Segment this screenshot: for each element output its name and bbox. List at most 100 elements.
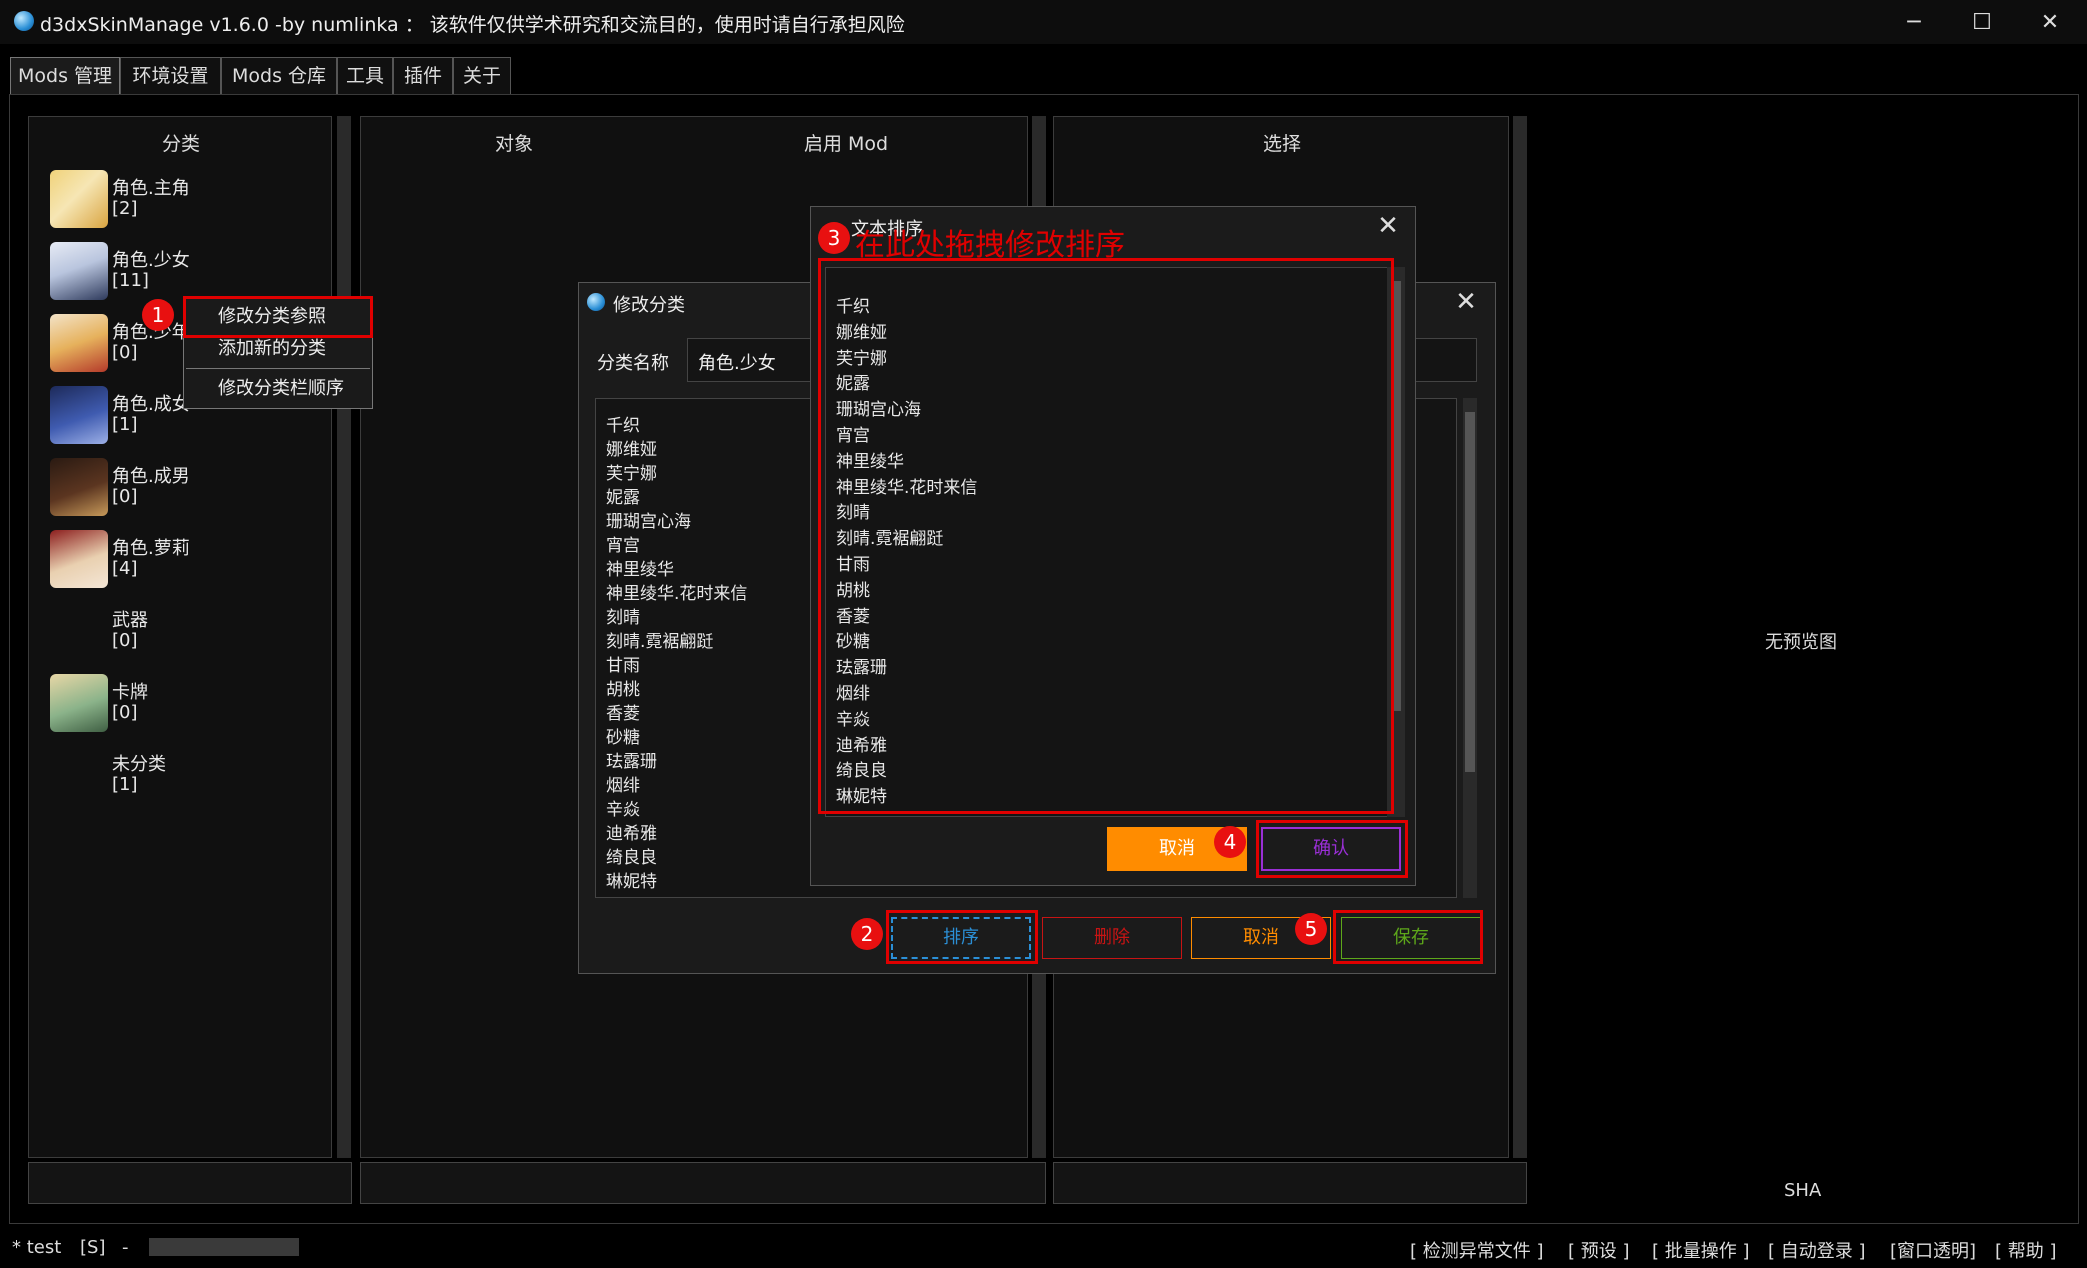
status-action-button[interactable]: [ 自动登录 ] [1768,1237,1866,1263]
category-count: [0] [112,342,138,363]
tab-plugins[interactable]: 插件 [393,57,453,95]
loli-avatar [50,530,108,588]
highlight-box-save [1333,910,1483,964]
edit-dialog-close-icon[interactable]: ✕ [1451,287,1481,317]
highlight-box-confirm [1256,820,1408,878]
edit-list-item[interactable]: 琳妮特 [606,867,657,892]
edit-list-item[interactable]: 胡桃 [606,675,640,700]
category-name: 角色.主角 [112,178,190,199]
edit-list-item[interactable]: 妮露 [606,483,640,508]
tab-mods-repository[interactable]: Mods 仓库 [221,57,337,95]
status-action-button[interactable]: [ 批量操作 ] [1652,1237,1750,1263]
category-item[interactable]: 卡牌 [0] [22,672,282,734]
edit-list-scroll-thumb[interactable] [1465,412,1475,772]
category-count: [0] [112,702,138,723]
tab-tools[interactable]: 工具 [337,57,393,95]
tab-environment[interactable]: 环境设置 [120,57,221,95]
select-filter-input[interactable] [1053,1162,1527,1204]
maximize-button[interactable]: ☐ [1952,4,2012,40]
edit-list-item[interactable]: 珐露珊 [606,747,657,772]
edit-list-item[interactable]: 烟绯 [606,771,640,796]
edit-list-item[interactable]: 绮良良 [606,843,657,868]
category-count: [0] [112,630,138,651]
status-dash: - [122,1237,129,1258]
window-title: d3dxSkinManage v1.6.0 -by numlinka ： 该软件… [40,14,905,36]
category-item[interactable]: 角色.成男 [0] [22,456,282,518]
man-avatar [50,458,108,516]
edit-list-scrollbar[interactable] [1463,398,1477,898]
menu-item-reorder-categories[interactable]: 修改分类栏顺序 [184,372,372,406]
edit-dialog-title: 修改分类 [613,295,685,316]
select-scrollbar[interactable] [1513,116,1527,1158]
category-name: 角色.少女 [112,250,190,271]
enabled-mod-header: 启用 Mod [804,133,889,155]
category-name: 卡牌 [112,682,148,703]
minimize-button[interactable]: ─ [1884,4,1944,40]
edit-list-item[interactable]: 刻晴.霓裾翩跹 [606,627,713,652]
edit-list-item[interactable]: 甘雨 [606,651,640,676]
edit-list-item[interactable]: 芙宁娜 [606,459,657,484]
category-item[interactable]: 武器 [0] [22,600,282,662]
category-item[interactable]: 角色.少女 [11] [22,240,282,302]
category-name: 角色.成男 [112,466,190,487]
title-bar: d3dxSkinManage v1.6.0 -by numlinka ： 该软件… [0,0,2087,44]
category-count: [1] [112,774,138,795]
edit-list-item[interactable]: 宵宫 [606,531,640,556]
sha-label: SHA [1784,1180,1822,1201]
status-profile: * test [12,1237,62,1258]
highlight-box-menu [183,296,373,338]
step-badge-5: 5 [1295,913,1327,945]
edit-list-item[interactable]: 神里绫华.花时来信 [606,579,747,604]
traveler-avatar [50,170,108,228]
edit-list-item[interactable]: 砂糖 [606,723,640,748]
category-scrollbar[interactable] [337,116,351,1158]
tab-about[interactable]: 关于 [453,57,511,95]
highlight-box-drag-area [818,258,1394,814]
category-filter-input[interactable] [28,1162,352,1204]
status-action-button[interactable]: [窗口透明] [1890,1237,1976,1263]
category-name: 角色.萝莉 [112,538,190,559]
dialog-app-icon [587,293,605,311]
edit-list-item[interactable]: 千织 [606,411,640,436]
category-count: [1] [112,414,138,435]
status-action-button[interactable]: [ 检测异常文件 ] [1410,1237,1544,1263]
boy-avatar [50,314,108,372]
category-count: [2] [112,198,138,219]
status-progress-bar [149,1238,299,1256]
step-badge-4: 4 [1214,826,1246,858]
edit-list-item[interactable]: 香菱 [606,699,640,724]
drag-hint-annotation: 在此处拖拽修改排序 [855,228,1125,263]
tab-mods-manage[interactable]: Mods 管理 [10,57,120,95]
category-count: [4] [112,558,138,579]
highlight-box-sort [886,910,1038,964]
edit-list-item[interactable]: 刻晴 [606,603,640,628]
object-filter-input[interactable] [360,1162,1046,1204]
delete-button[interactable]: 删除 [1042,917,1182,959]
status-action-button[interactable]: [ 预设 ] [1568,1237,1630,1263]
category-header: 分类 [162,133,201,155]
status-action-button[interactable]: [ 帮助 ] [1995,1237,2057,1263]
step-badge-2: 2 [851,918,883,950]
category-name-label: 分类名称 [597,353,669,374]
menu-separator [186,368,370,369]
app-icon [14,11,34,31]
category-item[interactable]: 角色.主角 [2] [22,168,282,230]
edit-list-item[interactable]: 珊瑚宫心海 [606,507,691,532]
card-avatar [50,674,108,732]
edit-list-item[interactable]: 娜维娅 [606,435,657,460]
category-item[interactable]: 角色.萝莉 [4] [22,528,282,590]
category-name-value: 角色.少女 [698,353,776,374]
step-badge-3: 3 [818,222,850,254]
edit-list-item[interactable]: 神里绫华 [606,555,674,580]
category-item[interactable]: 未分类 [1] [22,744,282,806]
edit-list-item[interactable]: 辛焱 [606,795,640,820]
object-header: 对象 [495,133,534,155]
sort-dialog-close-icon[interactable]: ✕ [1373,211,1403,241]
category-count: [0] [112,486,138,507]
category-count: [11] [112,270,149,291]
edit-list-item[interactable]: 迪希雅 [606,819,657,844]
select-header: 选择 [1263,133,1302,155]
girl-avatar [50,242,108,300]
woman-avatar [50,386,108,444]
close-button[interactable]: ✕ [2020,4,2080,40]
